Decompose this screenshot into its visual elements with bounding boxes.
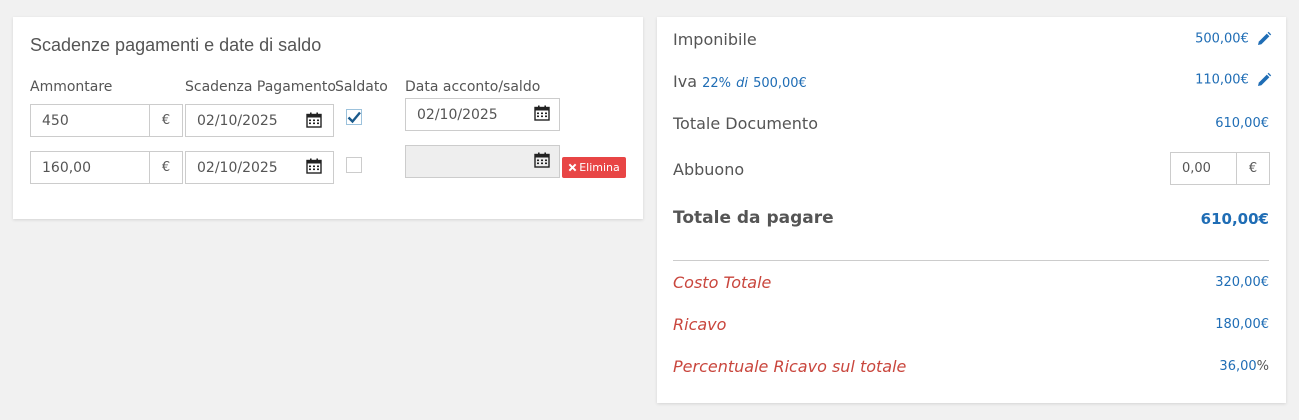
iva-base: 500,00€ (753, 76, 807, 91)
iva-di: di (736, 76, 748, 91)
column-label-due-date: Scadenza Pagamento (185, 79, 336, 95)
calendar-icon[interactable] (534, 152, 550, 168)
imponibile-value: 500,00€ (1195, 31, 1249, 47)
imponibile-label: Imponibile (673, 30, 757, 49)
panel-title: Scadenze pagamenti e date di saldo (30, 35, 322, 55)
divider (673, 260, 1269, 261)
percentuale-unit: % (1256, 359, 1269, 374)
pencil-icon[interactable] (1256, 72, 1272, 88)
totale-documento-label: Totale Documento (673, 114, 818, 133)
check-icon (347, 111, 361, 124)
amount-input[interactable]: 160,00 (30, 151, 150, 184)
ricavo-value: 180,00€ (1215, 317, 1269, 332)
abbuono-label: Abbuono (673, 160, 745, 179)
payment-schedule-panel: Scadenze pagamenti e date di saldo Ammon… (13, 17, 643, 219)
calendar-icon[interactable] (306, 112, 322, 128)
column-label-amount: Ammontare (30, 79, 113, 95)
totale-da-pagare-value: 610,00€ (1200, 210, 1269, 228)
percentuale-ricavo-value: 36,00 (1219, 359, 1257, 374)
ricavo-label: Ricavo (673, 315, 727, 334)
totals-panel: Imponibile 500,00€ Iva 22% di 500,00€ 11… (657, 17, 1286, 403)
column-label-settle-date: Data acconto/saldo (405, 79, 541, 95)
delete-button[interactable]: Elimina (562, 157, 626, 178)
pencil-icon[interactable] (1256, 31, 1272, 47)
costo-totale-label: Costo Totale (673, 273, 772, 292)
totale-da-pagare-label: Totale da pagare (673, 208, 834, 228)
column-label-paid: Saldato (335, 79, 388, 95)
percentuale-ricavo-value-row: 36,00% (1219, 359, 1269, 374)
iva-rate: 22% (702, 76, 731, 91)
imponibile-value-row: 500,00€ (1195, 31, 1272, 47)
paid-checkbox[interactable] (346, 109, 362, 125)
costo-totale-value: 320,00€ (1215, 275, 1269, 290)
amount-input[interactable]: 450 (30, 104, 150, 137)
currency-addon: € (150, 104, 183, 137)
iva-value-row: 110,00€ (1195, 72, 1272, 88)
paid-checkbox[interactable] (346, 157, 362, 173)
abbuono-currency-addon: € (1237, 152, 1270, 185)
iva-value: 110,00€ (1195, 72, 1249, 88)
percentuale-ricavo-label: Percentuale Ricavo sul totale (673, 357, 907, 376)
close-icon (568, 163, 577, 172)
currency-addon: € (150, 151, 183, 184)
iva-label: Iva (673, 72, 697, 91)
abbuono-input[interactable]: 0,00 (1170, 152, 1237, 185)
delete-button-label: Elimina (579, 161, 620, 174)
calendar-icon[interactable] (306, 158, 322, 174)
calendar-icon[interactable] (534, 105, 550, 121)
totale-documento-value: 610,00€ (1215, 116, 1269, 131)
iva-row-label: Iva 22% di 500,00€ (673, 72, 807, 91)
